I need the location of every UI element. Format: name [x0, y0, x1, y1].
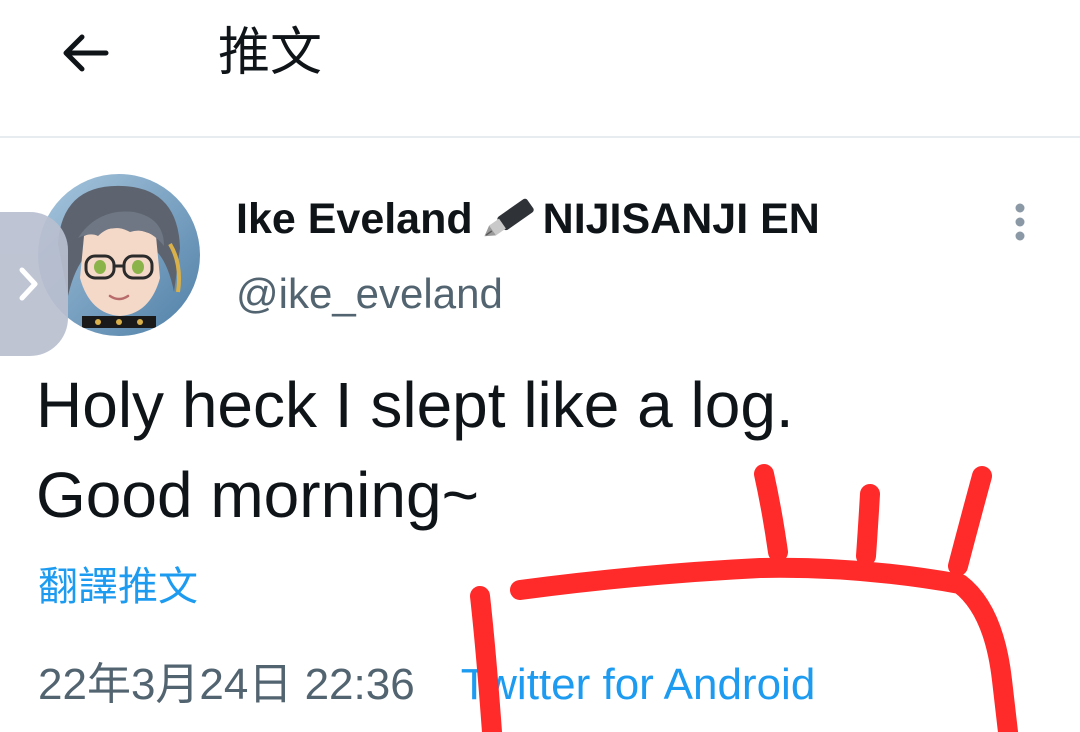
more-vertical-icon: [1015, 203, 1025, 241]
translate-tweet-link[interactable]: 翻譯推文: [38, 560, 198, 614]
display-name-suffix: NIJISANJI EN: [542, 195, 820, 243]
header-divider: [0, 136, 1080, 138]
more-options-button[interactable]: [1000, 200, 1040, 244]
display-name-text: Ike Eveland: [236, 195, 473, 243]
back-button[interactable]: [56, 24, 114, 82]
arrow-left-icon: [63, 34, 109, 72]
chevron-right-icon: [19, 267, 38, 301]
user-handle[interactable]: @ike_eveland: [236, 266, 503, 322]
fountain-pen-icon: [484, 198, 534, 237]
page-title: 推文: [218, 23, 323, 83]
tweet-source-link[interactable]: Twitter for Android: [461, 654, 816, 716]
tweet-timestamp[interactable]: 22年3月24日 22:36: [38, 654, 415, 716]
side-panel-handle[interactable]: [0, 212, 68, 356]
display-name[interactable]: Ike Eveland NIJISANJI EN: [236, 190, 820, 248]
top-app-bar: 推文: [0, 0, 1080, 136]
tweet-text: Holy heck I slept like a log. Good morni…: [36, 369, 794, 531]
tweet-meta: 22年3月24日 22:36 Twitter for Android: [38, 654, 815, 716]
